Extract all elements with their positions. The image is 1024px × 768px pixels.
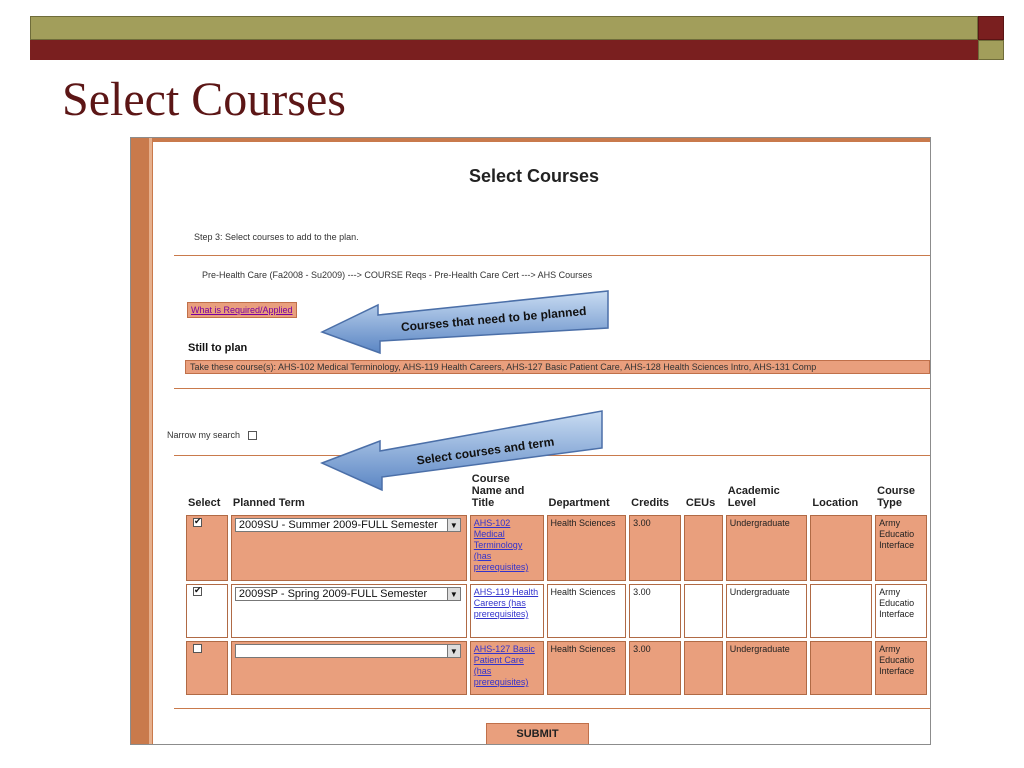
row-select-checkbox[interactable] [193,516,202,527]
row-ceus [683,584,723,638]
chevron-down-icon: ▼ [446,645,460,657]
row-ceus [683,641,723,695]
row-select-checkbox[interactable] [193,644,202,653]
row-level: Undergraduate [725,515,808,581]
header-academic-level: Academic Level [727,485,780,509]
slide-accent-bar [30,40,978,60]
narrow-search-checkbox[interactable] [248,430,258,440]
header-credits: Credits [631,497,670,509]
row-location [810,515,873,581]
submit-button[interactable]: SUBMIT [486,723,589,744]
narrow-search: Narrow my search [167,430,258,440]
row-term-cell: 2009SU - Summer 2009-FULL Semester ▼ [230,515,467,581]
still-to-plan-list: Take these course(s): AHS-102 Medical Te… [185,360,930,374]
row-location [810,641,873,695]
header-course-type: Course Type [877,485,916,509]
header-select: Select [188,497,221,509]
term-dropdown[interactable]: 2009SU - Summer 2009-FULL Semester ▼ [234,518,461,532]
course-link[interactable]: AHS-119 Health Careers (has prerequisite… [474,587,538,619]
chevron-down-icon: ▼ [446,519,460,531]
row-credits: 3.00 [629,584,681,638]
row-select-cell [186,584,228,638]
row-term-cell: ▼ [230,641,467,695]
row-credits: 3.00 [629,641,681,695]
screenshot-top-border [153,138,930,142]
table-row: 2009SP - Spring 2009-FULL Semester ▼ AHS… [186,584,927,638]
table-row: ▼ AHS-127 Basic Patient Care (has prereq… [186,641,927,695]
row-select-checkbox[interactable] [193,585,202,596]
header-location: Location [812,497,859,509]
chevron-down-icon: ▼ [446,588,460,600]
header-ceus: CEUs [685,497,716,509]
step-instruction: Step 3: Select courses to add to the pla… [194,232,359,242]
row-credits: 3.00 [629,515,681,581]
row-location [810,584,873,638]
row-course-cell: AHS-119 Health Careers (has prerequisite… [469,584,544,638]
slide-title: Select Courses [62,73,346,126]
row-course-type: Army Educatio Interface [875,641,927,695]
row-course-cell: AHS-127 Basic Patient Care (has prerequi… [469,641,544,695]
course-table: Select Planned Term Course Name and Titl… [183,468,930,698]
divider [174,708,930,709]
row-level: Undergraduate [725,641,808,695]
row-department: Health Sciences [546,515,627,581]
screenshot-left-border [131,138,153,744]
annotation-arrow-planned: Courses that need to be planned [320,290,609,355]
still-to-plan-label: Still to plan [188,342,248,354]
row-ceus [683,515,723,581]
row-select-cell [186,641,228,695]
row-level: Undergraduate [725,584,808,638]
row-course-type: Army Educatio Interface [875,584,927,638]
row-select-cell [186,515,228,581]
slide-corner-square-maroon [978,16,1004,40]
annotation-arrow-select: Select courses and term [320,410,603,492]
course-link[interactable]: AHS-127 Basic Patient Care (has prerequi… [474,644,535,687]
required-applied-link[interactable]: What is Required/Applied [187,302,297,318]
divider [174,388,930,389]
term-dropdown-value: 2009SP - Spring 2009-FULL Semester [238,588,428,600]
course-link[interactable]: AHS-102 Medical Terminology (has prerequ… [474,518,529,572]
page-heading: Select Courses [469,166,600,186]
term-dropdown[interactable]: 2009SP - Spring 2009-FULL Semester ▼ [234,587,461,601]
row-course-type: Army Educatio Interface [875,515,927,581]
program-path: Pre-Health Care (Fa2008 - Su2009) ---> C… [202,270,593,280]
term-dropdown[interactable]: ▼ [234,644,461,658]
row-department: Health Sciences [546,584,627,638]
narrow-search-label: Narrow my search [167,430,241,440]
slide-top-bar [30,16,978,40]
term-dropdown-value: 2009SU - Summer 2009-FULL Semester [238,519,438,531]
table-row: 2009SU - Summer 2009-FULL Semester ▼ AHS… [186,515,927,581]
divider [174,255,930,256]
slide-corner-square-olive [978,40,1004,60]
row-course-cell: AHS-102 Medical Terminology (has prerequ… [469,515,544,581]
row-term-cell: 2009SP - Spring 2009-FULL Semester ▼ [230,584,467,638]
row-department: Health Sciences [546,641,627,695]
